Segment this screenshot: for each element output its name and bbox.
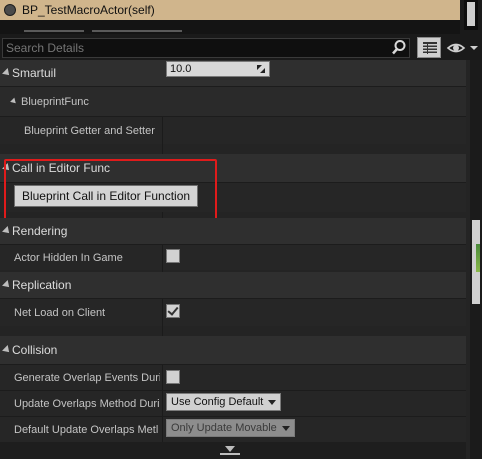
category-call-in-editor[interactable]: Call in Editor Func xyxy=(0,154,466,182)
expand-arrow-icon xyxy=(2,68,12,78)
search-icon[interactable] xyxy=(391,39,407,55)
property-label: Update Overlaps Method Duri xyxy=(14,397,160,410)
property-row-generate-overlap: Generate Overlap Events Duri xyxy=(0,364,466,390)
numeric-value: 10.0 xyxy=(170,63,192,75)
component-scrollbar[interactable] xyxy=(464,0,478,30)
category-collision[interactable]: Collision xyxy=(0,336,466,364)
property-label: Default Update Overlaps Metl xyxy=(14,423,159,436)
update-overlaps-dropdown[interactable]: Use Config Default xyxy=(166,393,281,411)
default-update-dropdown[interactable]: Only Update Movable xyxy=(166,419,295,437)
more-line xyxy=(220,453,240,455)
chevron-down-icon xyxy=(268,400,276,405)
search-input[interactable] xyxy=(2,38,410,58)
category-title: Smartuil xyxy=(12,66,57,80)
component-panel: BP_TestMacroActor(self) xyxy=(0,0,482,36)
expand-arrow-icon xyxy=(2,226,12,236)
actor-icon xyxy=(4,4,16,16)
expand-arrow-icon xyxy=(2,345,12,355)
category-replication[interactable]: Replication xyxy=(0,272,466,298)
property-label: Net Load on Client xyxy=(14,306,106,319)
category-title: Collision xyxy=(12,343,58,357)
expand-arrow-icon xyxy=(2,163,12,173)
component-title: BP_TestMacroActor(self) xyxy=(22,3,155,17)
subcategory-blueprintfunc[interactable]: BlueprintFunc xyxy=(0,86,466,116)
expand-arrow-icon xyxy=(10,97,18,105)
grid-icon xyxy=(423,42,437,54)
component-item-self[interactable]: BP_TestMacroActor(self) xyxy=(0,0,460,20)
component-scrollbar-thumb[interactable] xyxy=(467,2,475,26)
component-item-partial[interactable] xyxy=(0,20,460,34)
net-load-checkbox[interactable] xyxy=(166,304,180,318)
chevron-down-icon[interactable] xyxy=(225,446,235,452)
generate-overlap-checkbox[interactable] xyxy=(166,370,180,384)
property-matrix-button[interactable] xyxy=(417,37,441,58)
chevron-down-icon xyxy=(282,426,290,431)
call-in-editor-button[interactable]: Blueprint Call in Editor Function xyxy=(14,185,198,207)
expand-arrow-icon xyxy=(2,280,12,290)
property-row-actor-hidden: Actor Hidden In Game xyxy=(0,244,466,270)
actor-hidden-checkbox[interactable] xyxy=(166,249,180,263)
category-title: Call in Editor Func xyxy=(12,161,111,175)
subcategory-title: BlueprintFunc xyxy=(21,95,89,108)
dropdown-value: Only Update Movable xyxy=(171,422,277,434)
search-bar xyxy=(0,36,482,60)
property-label: Generate Overlap Events Duri xyxy=(14,371,160,384)
category-rendering[interactable]: Rendering xyxy=(0,218,466,244)
view-options-button[interactable] xyxy=(446,38,480,58)
property-label: Actor Hidden In Game xyxy=(14,251,123,264)
getter-setter-value-field[interactable]: 10.0 xyxy=(166,61,270,77)
dropdown-value: Use Config Default xyxy=(171,396,264,408)
category-title: Rendering xyxy=(12,224,68,238)
resize-icon xyxy=(257,65,265,73)
property-row-net-load: Net Load on Client xyxy=(0,298,466,326)
property-label: Blueprint Getter and Setter xyxy=(24,124,155,137)
scroll-marker xyxy=(476,244,480,272)
property-row-getter-setter: Blueprint Getter and Setter xyxy=(0,116,466,144)
eye-icon xyxy=(446,43,478,53)
category-title: Replication xyxy=(12,278,72,292)
